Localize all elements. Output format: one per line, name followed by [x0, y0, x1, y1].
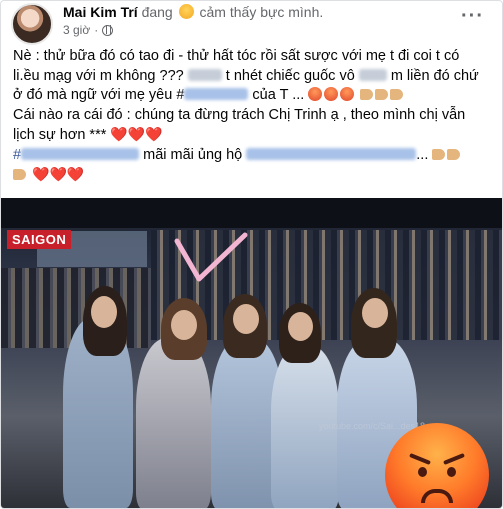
person-face	[233, 304, 259, 334]
arrow-annotation-icon	[174, 232, 248, 282]
author-line: Mai Kim Trí đang cảm thấy bực mình.	[63, 4, 323, 20]
angry-emoji-icon	[324, 87, 339, 101]
hand-icon	[432, 148, 446, 160]
post-line: # mãi mãi ủng hộ ...	[13, 146, 498, 166]
angry-emoji-icon	[340, 87, 355, 101]
heart-icon: ❤️❤️❤️	[110, 126, 163, 142]
text-fragment: ...	[416, 146, 429, 163]
post-text: Nè : thử bữa đó có tao đi - thử hất tóc …	[13, 47, 498, 186]
post-line: ❤️❤️❤️	[13, 165, 498, 186]
author-name[interactable]: Mai Kim Trí	[63, 4, 138, 20]
feeling-prefix: đang	[141, 4, 173, 20]
stage-ceiling	[1, 198, 502, 228]
person-face	[171, 310, 197, 340]
blurred-text	[358, 68, 387, 81]
post-line: Nè : thử bữa đó có tao đi - thử hất tóc …	[13, 48, 460, 64]
text-fragment: lịch sự hơn ***	[13, 127, 107, 143]
hand-icon	[390, 89, 404, 100]
post-header: Mai Kim Trí đang cảm thấy bực mình. 3 gi…	[1, 1, 502, 45]
text-fragment: mãi mãi ủng hộ	[143, 146, 243, 163]
post-line: lịch sự hơn *** ❤️❤️❤️	[13, 125, 498, 146]
blurred-hashtag[interactable]	[21, 147, 140, 160]
text-fragment: t nhét chiếc guốc vô	[225, 67, 355, 84]
avatar[interactable]	[11, 3, 53, 45]
hand-icon	[360, 89, 374, 100]
post-line: li.ều mạg với m không ??? t nhét chiếc g…	[13, 67, 498, 87]
post-time[interactable]: 3 giờ	[63, 23, 90, 37]
post-line: ở đó mà ngữ với mẹ yêu # của T ...	[13, 86, 498, 106]
person	[136, 338, 211, 508]
post-line: Cái nào ra cái đó : chúng ta đừng trách …	[13, 106, 466, 123]
hand-icon	[13, 169, 26, 180]
more-icon[interactable]: ···	[461, 5, 484, 28]
facebook-post-card: Mai Kim Trí đang cảm thấy bực mình. 3 gi…	[0, 0, 503, 509]
blurred-hashtag[interactable]	[184, 88, 249, 100]
text-fragment: li.ều mạg với m không ???	[13, 67, 184, 84]
channel-logo: SAIGON	[7, 230, 72, 249]
person-face	[362, 298, 388, 328]
text-fragment: ở đó mà ngữ với mẹ yêu #	[13, 87, 185, 103]
angry-emoji-icon	[308, 87, 323, 101]
blurred-text	[187, 68, 222, 81]
feeling-text: cảm thấy bực mình.	[199, 4, 324, 20]
post-photo[interactable]: SAIGON youtube.com/c/Sai...des18	[1, 198, 502, 508]
heart-icon: ❤️❤️❤️	[32, 166, 85, 182]
hand-icon	[447, 148, 461, 160]
angry-emoji-icon	[178, 4, 194, 19]
text-fragment: của T ...	[252, 87, 305, 103]
blurred-hashtag[interactable]	[246, 147, 417, 160]
globe-icon[interactable]	[102, 24, 114, 36]
person-face	[288, 312, 313, 341]
text-fragment: m liền đó chứ	[390, 67, 479, 84]
person-face	[91, 296, 117, 328]
hand-icon	[375, 89, 389, 100]
post-meta: 3 giờ ·	[63, 23, 114, 37]
hashtag[interactable]: #	[13, 147, 21, 163]
